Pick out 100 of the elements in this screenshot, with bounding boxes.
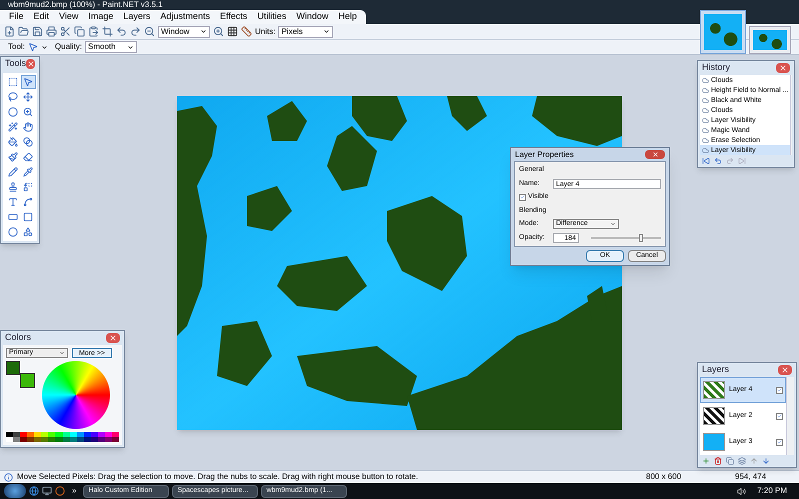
delete-icon[interactable] <box>714 457 722 465</box>
palette-swatch[interactable] <box>13 432 20 437</box>
menu-item[interactable]: Image <box>83 10 118 24</box>
close-icon <box>781 366 789 374</box>
zoom-dropdown[interactable]: Window <box>158 26 210 38</box>
grid-icon[interactable] <box>227 26 238 37</box>
duplicate-icon[interactable] <box>726 457 734 465</box>
slider-thumb[interactable] <box>639 234 644 242</box>
visibility-checkbox[interactable] <box>776 386 783 394</box>
palette-swatch[interactable] <box>20 437 28 442</box>
volume-icon[interactable] <box>737 486 746 496</box>
redo-icon[interactable] <box>130 26 141 37</box>
palette-swatch[interactable] <box>55 432 62 437</box>
palette-swatch[interactable] <box>104 437 112 442</box>
desktop-icon[interactable] <box>42 486 52 496</box>
palette-swatch[interactable] <box>20 432 28 437</box>
close-button[interactable] <box>106 333 120 343</box>
down-arrow-icon[interactable] <box>762 457 770 465</box>
menu-item[interactable]: Edit <box>28 10 54 24</box>
tool-button[interactable] <box>20 150 36 164</box>
merge-icon[interactable] <box>738 457 746 465</box>
palette-swatch[interactable] <box>76 432 84 437</box>
browser-icon[interactable] <box>29 486 39 496</box>
info-icon <box>4 472 13 482</box>
palette-swatch[interactable] <box>70 432 77 437</box>
document-thumbnail[interactable] <box>749 26 791 54</box>
palette-swatch[interactable] <box>90 432 98 437</box>
opacity-slider[interactable] <box>591 234 661 242</box>
palette-swatch[interactable] <box>6 437 14 442</box>
palette-swatch[interactable] <box>34 437 42 442</box>
secondary-color-swatch[interactable] <box>20 373 35 388</box>
palette-swatch[interactable] <box>41 437 48 442</box>
printer-icon[interactable] <box>46 26 57 37</box>
paste-icon[interactable] <box>88 26 99 37</box>
quality-dropdown[interactable]: Smooth <box>85 41 138 53</box>
close-icon <box>652 151 658 158</box>
undo-icon[interactable] <box>714 157 722 165</box>
tool-button[interactable] <box>20 90 36 104</box>
palette-swatch[interactable] <box>13 437 20 442</box>
undo-icon[interactable] <box>116 26 127 37</box>
palette-swatch[interactable] <box>62 432 70 437</box>
palette-swatch[interactable] <box>34 432 42 437</box>
add-layer-icon[interactable] <box>702 457 710 465</box>
pointer-icon[interactable] <box>28 42 38 52</box>
units-dropdown[interactable]: Pixels <box>278 26 334 38</box>
folder-icon[interactable] <box>18 26 29 37</box>
palette-swatch[interactable] <box>6 432 14 437</box>
clock[interactable]: 7:20 PM <box>749 485 795 497</box>
caret-icon <box>200 28 207 35</box>
cut-icon[interactable] <box>60 26 71 37</box>
menu-item[interactable]: Effects <box>214 10 252 24</box>
palette-swatch[interactable] <box>62 437 70 442</box>
zoom-in-icon[interactable] <box>213 26 224 37</box>
tool-button[interactable] <box>20 75 36 89</box>
close-button[interactable] <box>645 150 665 159</box>
menu-item[interactable]: Layers <box>118 10 156 24</box>
palette-swatch[interactable] <box>76 437 84 442</box>
scrollbar[interactable] <box>790 75 792 155</box>
palette-swatch[interactable] <box>98 432 105 437</box>
palette-swatch[interactable] <box>84 437 91 442</box>
primary-color-swatch[interactable] <box>6 361 20 375</box>
close-button[interactable] <box>778 365 792 375</box>
visibility-checkbox[interactable] <box>776 412 783 420</box>
ruler-icon[interactable] <box>241 26 252 37</box>
menu-item[interactable]: Utilities <box>252 10 292 24</box>
palette-swatch[interactable] <box>112 432 119 437</box>
palette-swatch[interactable] <box>27 432 34 437</box>
copy-icon[interactable] <box>74 26 85 37</box>
more-icon[interactable]: » <box>72 485 76 497</box>
palette-swatch[interactable] <box>55 437 62 442</box>
new-file-icon[interactable] <box>4 26 15 37</box>
menu-item[interactable]: Window <box>291 10 334 24</box>
palette-swatch[interactable] <box>70 437 77 442</box>
tool-button[interactable] <box>20 135 36 149</box>
close-button[interactable] <box>776 63 790 73</box>
palette-swatch[interactable] <box>27 437 34 442</box>
palette-swatch[interactable] <box>48 437 56 442</box>
palette-swatch[interactable] <box>84 432 91 437</box>
palette-swatch[interactable] <box>48 432 56 437</box>
palette-swatch[interactable] <box>41 432 48 437</box>
palette-swatch[interactable] <box>104 432 112 437</box>
pipette-icon <box>23 167 33 177</box>
scrollbar[interactable] <box>786 377 794 455</box>
palette-swatch[interactable] <box>98 437 105 442</box>
menu-item[interactable]: View <box>54 10 84 24</box>
menu-item[interactable]: File <box>4 10 29 24</box>
palette-swatch[interactable] <box>112 437 119 442</box>
tool-button[interactable] <box>20 120 36 134</box>
visibility-checkbox[interactable] <box>776 438 783 446</box>
caret-icon[interactable] <box>40 44 48 50</box>
menu-item[interactable]: Adjustments <box>155 10 215 24</box>
palette-swatch[interactable] <box>90 437 98 442</box>
crop-icon[interactable] <box>102 26 113 37</box>
rewind-icon[interactable] <box>702 157 710 165</box>
save-icon[interactable] <box>32 26 43 37</box>
start-button[interactable] <box>4 484 26 498</box>
document-thumbnail[interactable] <box>700 10 746 54</box>
close-button[interactable] <box>26 59 35 69</box>
menu-item[interactable]: Help <box>333 10 362 24</box>
zoom-out-icon[interactable] <box>144 26 155 37</box>
